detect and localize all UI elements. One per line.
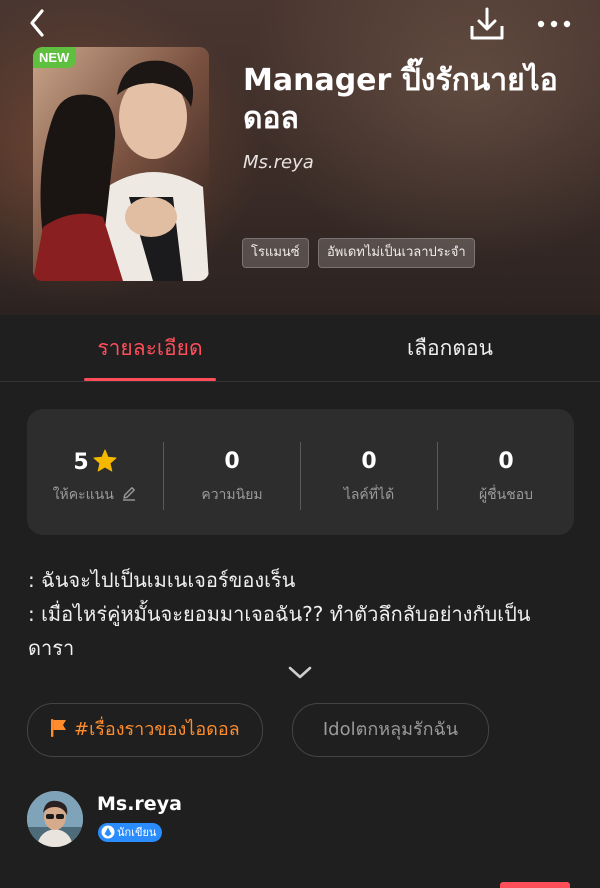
stat-fans-value: 0 (498, 449, 514, 474)
top-bar (0, 0, 600, 50)
stat-rating-label-row: ให้คะแนน (27, 484, 163, 506)
new-badge: NEW (33, 47, 77, 68)
more-options-button[interactable] (534, 10, 574, 38)
book-author[interactable]: Ms.reya (243, 152, 314, 173)
stat-likes-label: ไลค์ที่ได้ (343, 487, 395, 503)
tab-episodes[interactable]: เลือกตอน (380, 315, 520, 381)
synopsis-line: : ฉันจะไปเป็นเมเนเจอร์ของเร็น (28, 568, 296, 592)
back-button[interactable] (22, 6, 56, 40)
writer-badge-label: นักเขียน (117, 826, 157, 839)
synopsis: : ฉันจะไปเป็นเมเนเจอร์ของเร็น : เมื่อไหร… (28, 563, 573, 665)
tab-bar: รายละเอียด เลือกตอน (0, 315, 600, 382)
book-header: NEW Manager ปิ๊งรักนายไอดอล Ms.reya โรแม… (0, 0, 600, 315)
download-button[interactable] (468, 6, 506, 42)
flag-icon (51, 719, 66, 737)
pencil-icon (123, 487, 136, 501)
stat-popularity-label: ความนิยม (201, 487, 263, 503)
active-tab-indicator (84, 378, 216, 381)
stat-popularity: 0 ความนิยม (164, 409, 300, 535)
stat-likes: 0 ไลค์ที่ได้ (301, 409, 437, 535)
star-icon (93, 449, 117, 472)
bottom-action-peek[interactable] (500, 882, 570, 888)
stat-rating-value-row: 5 (27, 449, 163, 475)
writer-name[interactable]: Ms.reya (97, 793, 182, 815)
book-cover[interactable]: NEW (33, 47, 209, 281)
update-status-tag[interactable]: อัพเดทไม่เป็นเวลาประจำ (318, 238, 475, 268)
expand-synopsis-button[interactable] (286, 663, 314, 683)
tag-chip-label: Idolตกหลุมรักฉัน (322, 719, 459, 740)
chevron-down-icon (288, 666, 312, 679)
avatar-photo (27, 791, 83, 847)
writer-badge: นักเขียน (98, 823, 163, 842)
tag-chip-idol-love[interactable]: Idolตกหลุมรักฉัน (292, 703, 489, 757)
hashtag-chip-idol-story[interactable]: #เรื่องราวของไอดอล (27, 703, 263, 757)
stat-fans-label: ผู้ชื่นชอบ (478, 487, 534, 503)
chevron-left-icon (30, 9, 44, 37)
stat-rating-label: ให้คะแนน (52, 487, 114, 503)
book-title: Manager ปิ๊งรักนายไอดอล (243, 63, 558, 136)
download-icon (470, 7, 504, 40)
writer-avatar[interactable] (27, 791, 83, 847)
stat-popularity-value: 0 (224, 449, 240, 474)
stats-card: 5 ให้คะแนน 0 ความนิยม 0 ไลค์ที่ได้ 0 ผู้… (27, 409, 574, 535)
genre-tag[interactable]: โรแมนซ์ (242, 238, 309, 268)
stat-rating[interactable]: 5 ให้คะแนน (27, 409, 163, 535)
more-horizontal-icon (537, 20, 571, 28)
hashtag-chip-label: #เรื่องราวของไอดอล (74, 719, 240, 740)
tab-details-label: รายละเอียด (97, 336, 203, 360)
writer-badge-icon (101, 825, 115, 839)
stat-fans: 0 ผู้ชื่นชอบ (438, 409, 574, 535)
cover-illustration (33, 47, 209, 281)
stat-rating-value: 5 (73, 450, 89, 475)
tab-details[interactable]: รายละเอียด (84, 315, 216, 381)
tab-episodes-label: เลือกตอน (407, 336, 493, 360)
stat-likes-value: 0 (361, 449, 377, 474)
synopsis-line: : เมื่อไหร่คู่หมั้นจะยอมมาเจอฉัน?? ทำตัว… (28, 602, 531, 660)
